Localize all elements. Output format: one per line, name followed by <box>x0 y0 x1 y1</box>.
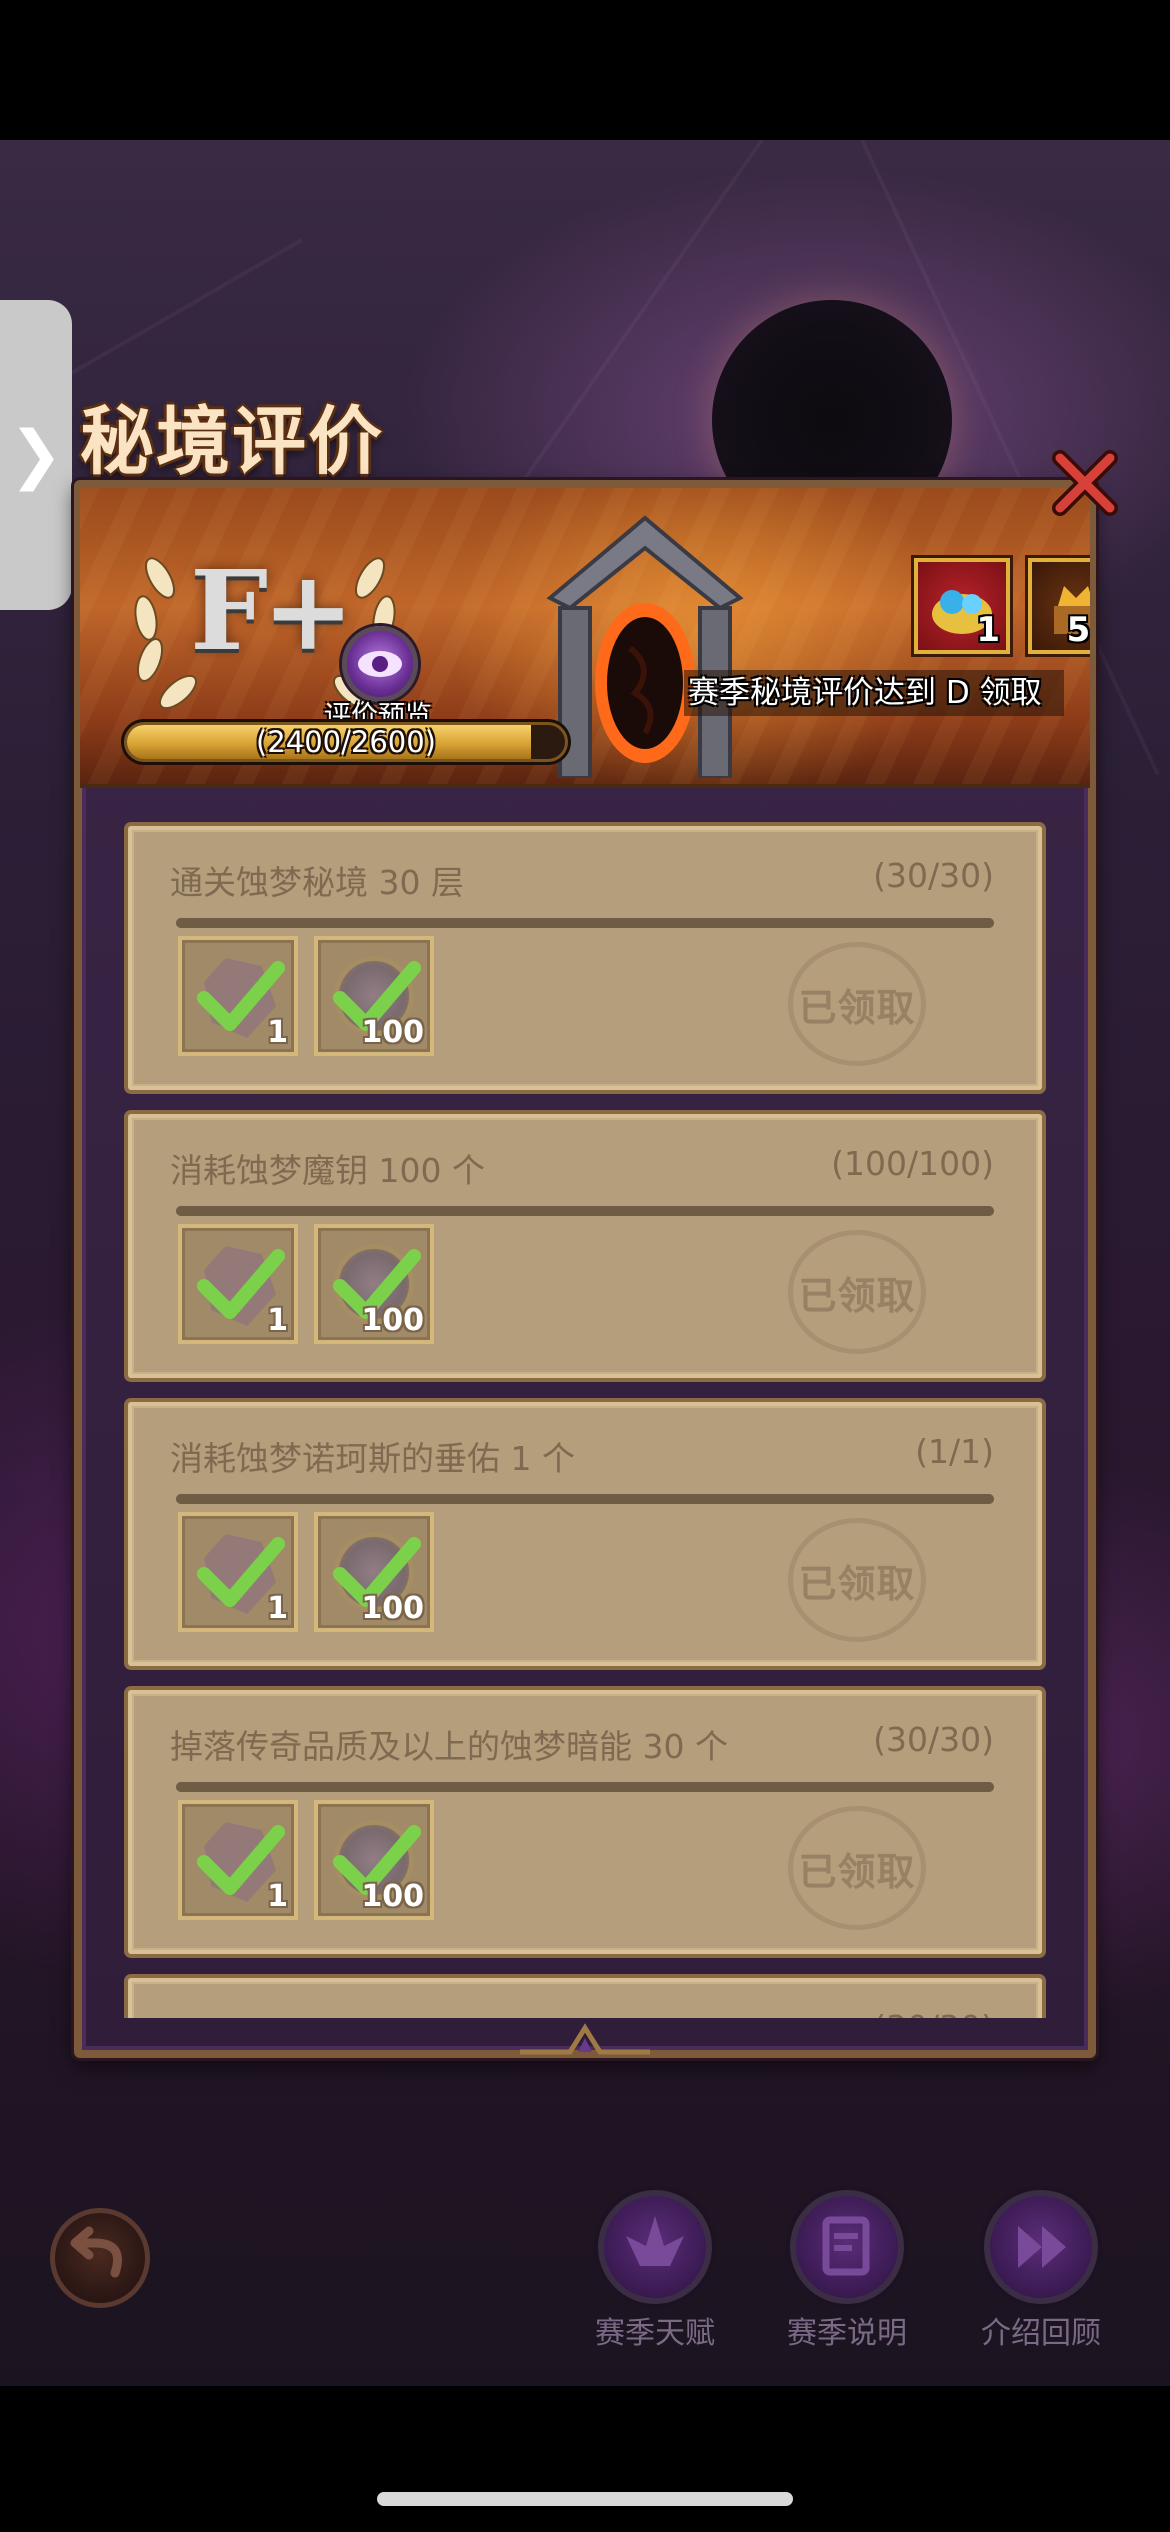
task-title: 消耗蚀梦魔钥 100 个 <box>170 1151 485 1190</box>
task-card-partial: 掉落普通品质及以上蚀梦刻印 30 个 (30/30) <box>128 1978 1042 2018</box>
claimed-label: 已领取 <box>798 1273 916 1318</box>
talent-icon <box>598 2190 712 2304</box>
nav-label: 赛季天赋 <box>595 2316 715 2351</box>
bottom-safe-area <box>0 2386 1170 2532</box>
claimed-stamp: 已领取 <box>788 1230 926 1354</box>
reward-item-gem[interactable]: 1 <box>178 1800 298 1920</box>
task-progress-fill <box>176 1206 994 1216</box>
reward-item-gem[interactable]: 1 <box>178 936 298 1056</box>
item-quantity: 100 <box>361 1879 424 1914</box>
task-card: 通关蚀梦秘境 30 层 (30/30) 1 100 已领取 <box>128 826 1042 1090</box>
nav-label: 赛季说明 <box>787 2316 907 2351</box>
task-progress-bar <box>176 1206 994 1216</box>
reward-item-coin[interactable]: 100 <box>314 1512 434 1632</box>
season-reward-hint: 赛季秘境评价达到 D 领取 <box>684 670 1064 716</box>
reward-count: 1 <box>976 610 1000 650</box>
chevron-right-icon: ❯ <box>9 418 63 492</box>
close-icon[interactable] <box>1052 450 1118 516</box>
claimed-label: 已领取 <box>798 1849 916 1894</box>
task-progress-fill <box>176 918 994 928</box>
reward-item-coin[interactable]: 100 <box>314 936 434 1056</box>
task-count: (1/1) <box>915 1432 994 1471</box>
panel-ornament <box>520 2023 650 2055</box>
status-bar-area <box>0 0 1170 140</box>
document-icon <box>790 2190 904 2304</box>
claimed-stamp: 已领取 <box>788 1806 926 1930</box>
task-title: 消耗蚀梦诺珂斯的垂佑 1 个 <box>170 1439 575 1478</box>
claimed-label: 已领取 <box>798 1561 916 1606</box>
task-progress-bar <box>176 1494 994 1504</box>
eye-icon <box>342 626 418 702</box>
reward-item-coin[interactable]: 100 <box>314 1800 434 1920</box>
task-title: 掉落传奇品质及以上的蚀梦暗能 30 个 <box>170 1727 728 1766</box>
item-quantity: 1 <box>267 1015 288 1050</box>
item-quantity: 1 <box>267 1591 288 1626</box>
item-quantity: 100 <box>361 1303 424 1338</box>
task-progress-fill <box>176 1782 994 1792</box>
nav-label: 介绍回顾 <box>981 2316 1101 2351</box>
task-card: 消耗蚀梦魔钥 100 个 (100/100) 1 100 已领取 <box>128 1114 1042 1378</box>
task-title: 通关蚀梦秘境 30 层 <box>170 863 464 902</box>
season-talent-button[interactable]: 赛季天赋 <box>570 2190 740 2360</box>
claimed-stamp: 已领取 <box>788 1518 926 1642</box>
item-quantity: 100 <box>361 1591 424 1626</box>
fast-forward-icon <box>984 2190 1098 2304</box>
reward-item-treasure[interactable]: 1 <box>914 558 1010 654</box>
reward-item-coin[interactable]: 100 <box>314 1224 434 1344</box>
reward-item-gem[interactable]: 1 <box>178 1224 298 1344</box>
task-count: (100/100) <box>831 1144 994 1183</box>
task-count: (30/30) <box>873 856 994 895</box>
back-button[interactable] <box>50 2208 150 2308</box>
task-count: (30/30) <box>873 2008 994 2018</box>
return-arrow-icon <box>70 2226 122 2278</box>
reward-item-crown[interactable]: 50 <box>1028 558 1090 654</box>
item-quantity: 1 <box>267 1879 288 1914</box>
task-list[interactable]: 通关蚀梦秘境 30 层 (30/30) 1 100 已领取 消耗蚀梦魔钥 100… <box>100 800 1070 2018</box>
claimed-stamp: 已领取 <box>788 942 926 1066</box>
task-card: 掉落传奇品质及以上的蚀梦暗能 30 个 (30/30) 1 100 已领取 <box>128 1690 1042 1954</box>
task-title: 掉落普通品质及以上蚀梦刻印 30 个 <box>170 2008 695 2018</box>
intro-review-button[interactable]: 介绍回顾 <box>956 2190 1126 2360</box>
claimed-label: 已领取 <box>798 985 916 1030</box>
task-progress-fill <box>176 1494 994 1504</box>
task-count: (30/30) <box>873 1720 994 1759</box>
rating-progress-text: (2400/2600) <box>255 725 436 759</box>
task-card: 消耗蚀梦诺珂斯的垂佑 1 个 (1/1) 1 100 已领取 <box>128 1402 1042 1666</box>
side-expand-tab[interactable]: ❯ <box>0 300 72 610</box>
reward-item-gem[interactable]: 1 <box>178 1512 298 1632</box>
home-indicator[interactable] <box>377 2492 793 2506</box>
season-info-button[interactable]: 赛季说明 <box>762 2190 932 2360</box>
rating-preview-button[interactable]: 评价预览 <box>308 626 448 736</box>
reward-count: 50 <box>1066 610 1090 650</box>
item-quantity: 1 <box>267 1303 288 1338</box>
item-quantity: 100 <box>361 1015 424 1050</box>
task-progress-bar <box>176 1782 994 1792</box>
task-progress-bar <box>176 918 994 928</box>
page-title: 秘境评价 <box>80 399 384 485</box>
